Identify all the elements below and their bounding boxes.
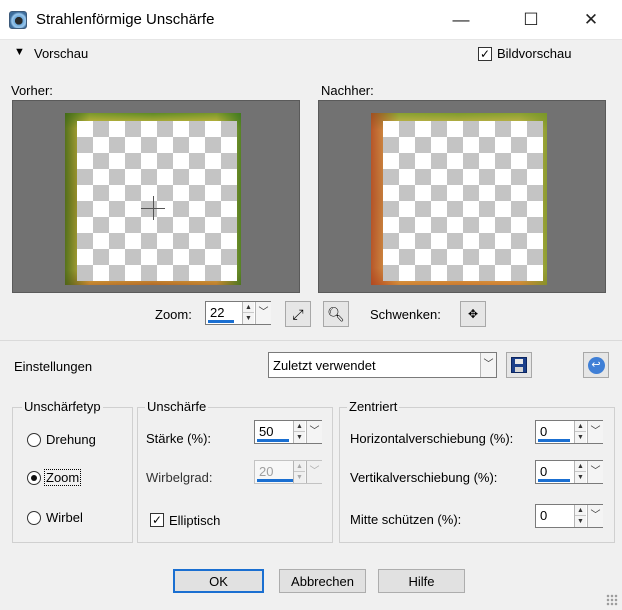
horizontal-label: Horizontalverschiebung (%): [350,431,514,446]
spin-down-icon[interactable]: ▼ [575,516,586,527]
cancel-button[interactable]: Abbrechen [279,569,366,593]
wirbelgrad-label: Wirbelgrad: [146,470,213,485]
zentriert-title: Zentriert [347,399,400,414]
zoom-value[interactable]: 22 [210,305,224,320]
close-button[interactable]: ✕ [568,0,614,40]
fit-window-icon: ⤢ [292,305,304,322]
zoom-spinner[interactable]: 22 ▲ ▼ ﹀ [205,301,271,325]
ok-button[interactable]: OK [173,569,264,593]
magnifier-icon: 🔍︎ [327,305,345,322]
schwenken-label: Schwenken: [370,307,441,322]
vertikal-spin-buttons[interactable]: ▲ ▼ [574,461,586,483]
bildvorschau-label: Bildvorschau [497,46,572,61]
bildvorschau-checkbox[interactable]: ✓ [478,47,492,61]
staerke-value[interactable]: 50 [259,424,273,439]
vertikal-label: Vertikalverschiebung (%): [350,470,498,485]
wirbelgrad-slider-bar [257,479,295,482]
title-bar: Strahlenförmige Unschärfe — ☐ ✕ [0,0,622,40]
preview-section-label[interactable]: Vorschau [34,46,88,61]
app-icon [9,11,27,29]
spin-up-icon[interactable]: ▲ [575,505,586,516]
window-title: Strahlenförmige Unschärfe [36,11,215,28]
spin-down-icon[interactable]: ▼ [575,432,586,443]
staerke-spin-buttons[interactable]: ▲ ▼ [293,421,305,443]
after-image [371,113,547,285]
collapse-arrow-icon[interactable]: ▼ [14,46,25,58]
help-button[interactable]: Hilfe [378,569,465,593]
radio-wirbel-label[interactable]: Wirbel [46,510,83,525]
before-image [65,113,241,285]
unschaerfetyp-title: Unschärfetyp [22,399,103,414]
mitte-value[interactable]: 0 [540,508,547,523]
spin-down-icon[interactable]: ▼ [294,432,305,443]
mitte-label: Mitte schützen (%): [350,512,462,527]
spin-up-icon[interactable]: ▲ [575,461,586,472]
chevron-down-icon[interactable]: ﹀ [255,302,271,324]
spin-up-icon: ▲ [294,461,305,472]
reset-button[interactable]: ↩ [583,352,609,378]
preset-dropdown[interactable]: Zuletzt verwendet ﹀ [268,352,497,378]
chevron-down-icon[interactable]: ﹀ [587,461,603,483]
wirbelgrad-value: 20 [259,464,274,479]
spin-up-icon[interactable]: ▲ [243,302,254,313]
horizontal-spinner[interactable]: 0 ▲ ▼ ﹀ [535,420,603,444]
vertikal-spinner[interactable]: 0 ▲ ▼ ﹀ [535,460,603,484]
zoom-label: Zoom: [155,307,192,322]
save-preset-button[interactable] [506,352,532,378]
radio-zoom-label[interactable]: Zoom [44,469,82,486]
radio-wirbel[interactable] [27,511,41,525]
elliptisch-label[interactable]: Elliptisch [169,513,220,528]
wirbelgrad-spinner: 20 ▲ ▼ ﹀ [254,460,322,484]
vertikal-slider-bar[interactable] [538,479,570,482]
chevron-down-icon[interactable]: ﹀ [587,505,603,527]
reset-arrow-icon: ↩ [587,356,605,374]
maximize-button[interactable]: ☐ [508,0,554,40]
spin-down-icon[interactable]: ▼ [575,472,586,483]
horizontal-slider-bar[interactable] [538,439,570,442]
move-icon: ✥ [467,307,479,321]
horizontal-value[interactable]: 0 [540,424,547,439]
chevron-down-icon[interactable]: ﹀ [480,353,496,377]
unschaerfe-title: Unschärfe [145,399,209,414]
mitte-spin-buttons[interactable]: ▲ ▼ [574,505,586,527]
transparency-checkerboard [383,121,543,281]
horizontal-spin-buttons[interactable]: ▲ ▼ [574,421,586,443]
radio-drehung[interactable] [27,433,41,447]
staerke-label: Stärke (%): [146,431,212,446]
resize-grip-icon[interactable] [606,594,618,606]
zoom-spin-buttons[interactable]: ▲ ▼ [242,302,254,324]
minimize-button[interactable]: — [438,0,484,40]
spin-up-icon[interactable]: ▲ [575,421,586,432]
before-preview-panel[interactable] [12,100,300,293]
chevron-down-icon[interactable]: ﹀ [306,421,322,443]
divider [0,340,622,341]
spin-down-icon[interactable]: ▼ [243,313,254,324]
transparency-checkerboard [77,121,237,281]
zoom-actual-button[interactable]: 🔍︎ [323,301,349,327]
preset-value: Zuletzt verwendet [273,358,376,373]
spin-up-icon[interactable]: ▲ [294,421,305,432]
vertikal-value[interactable]: 0 [540,464,547,479]
pan-button[interactable]: ✥ [460,301,486,327]
einstellungen-label: Einstellungen [14,359,93,374]
chevron-down-icon: ﹀ [306,461,322,483]
spin-down-icon: ▼ [296,474,303,481]
floppy-disk-icon [511,357,527,373]
zoom-fit-button[interactable]: ⤢ [285,301,311,327]
radio-zoom[interactable] [27,471,41,485]
mitte-spinner[interactable]: 0 ▲ ▼ ﹀ [535,504,603,528]
zoom-slider-bar[interactable] [208,320,234,323]
elliptisch-checkbox[interactable]: ✓ [150,513,164,527]
after-preview-panel [318,100,606,293]
vorher-label: Vorher: [11,83,53,98]
wirbelgrad-spin-buttons: ▲ ▼ [293,461,305,483]
staerke-spinner[interactable]: 50 ▲ ▼ ﹀ [254,420,322,444]
radio-drehung-label[interactable]: Drehung [46,432,96,447]
nachher-label: Nachher: [321,83,374,98]
staerke-slider-bar[interactable] [257,439,289,442]
crosshair-icon [153,196,154,220]
chevron-down-icon[interactable]: ﹀ [587,421,603,443]
